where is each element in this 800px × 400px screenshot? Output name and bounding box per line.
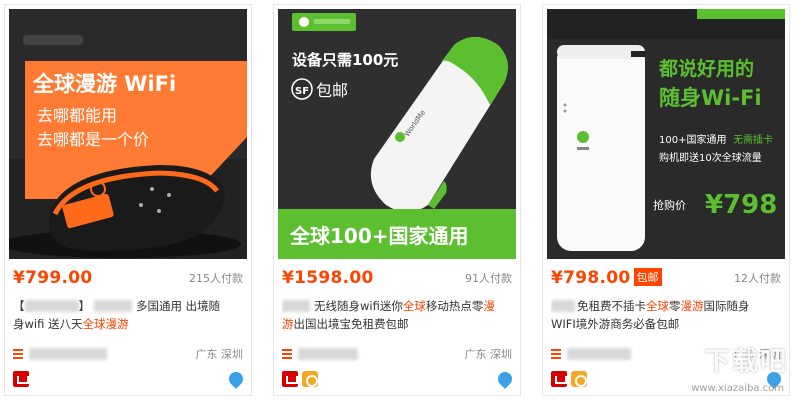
deal-price: ¥798 (705, 190, 777, 220)
image-headline2: 随身Wi-Fi (659, 86, 762, 110)
shop-name-link[interactable] (567, 348, 631, 360)
shop-name-link[interactable] (29, 348, 107, 360)
shop-name-link[interactable] (298, 348, 358, 360)
price: ¥798.00 (551, 268, 631, 288)
redacted-text (24, 300, 79, 312)
deal-label: 抢购价 (653, 198, 686, 212)
image-banner: 全球100+国家通用 (289, 224, 469, 248)
svg-text:SF: SF (295, 86, 309, 97)
product-title-link[interactable]: 【 】 多国通用 出境随 身wifi 送八天全球漫游 (13, 297, 243, 333)
router-device-illustration (557, 45, 645, 251)
svg-text:100+国家通用: 100+国家通用 (659, 133, 726, 146)
site-watermark: 下载吧 www.xiazaiba.com (644, 336, 794, 396)
image-headline1: 都说好用的 (658, 57, 754, 80)
free-shipping-badge: 包邮 (633, 268, 662, 286)
product-image[interactable]: 全球漫游 WiFi 去哪都能用 去哪都是一个价 (9, 9, 247, 259)
image-line2: 去哪都是一个价 (37, 130, 149, 149)
watermark-url: www.xiazaiba.com (691, 383, 784, 394)
image-headline: 全球漫游 WiFi (32, 72, 176, 96)
redacted-text (551, 300, 575, 312)
watermark-text: 下载吧 (703, 347, 788, 377)
title-text: 无线随身wifi迷你 (314, 299, 403, 313)
product-image[interactable]: 设备只需100元 SF 包邮 WorldMe 全球100+国家通用 (278, 9, 516, 259)
title-text: 免租费不插卡 (577, 299, 646, 313)
image-line1: 去哪都能用 (37, 106, 117, 125)
redacted-text (282, 300, 310, 312)
product-title-link[interactable]: 免租费不插卡全球零漫游国际随身 WIFI境外游商务必备包邮 (551, 297, 781, 333)
title-text: 【 (13, 299, 25, 313)
location: 广东 深圳 (195, 348, 244, 361)
sales-count: 91人付款 (465, 272, 512, 285)
shop-icon (13, 349, 23, 359)
svg-text:无需插卡: 无需插卡 (733, 133, 773, 146)
sales-count: 12人付款 (734, 272, 781, 285)
title-highlight: 漫 (483, 299, 495, 313)
title-highlight: 游 (282, 317, 294, 331)
product-card[interactable]: 全球漫游 WiFi 去哪都能用 去哪都是一个价 ¥799.00 215人付款 【… (4, 4, 252, 396)
title-text: 多国通用 出境随 (136, 299, 221, 313)
title-text: 身wifi 送八天 (13, 317, 83, 331)
svg-text:购机即送10次全球流量: 购机即送10次全球流量 (659, 151, 762, 164)
title-text: WIFI境外游商务必备包邮 (551, 317, 680, 331)
product-card[interactable]: 设备只需100元 SF 包邮 WorldMe 全球100+国家通用 ¥1598.… (273, 4, 521, 396)
title-text: 出国出境宝免租费包邮 (293, 317, 409, 331)
redacted-text (94, 300, 132, 312)
title-text: 移动热点零 (425, 299, 484, 313)
title-text: 国际随身 (703, 299, 750, 313)
product-grid: 全球漫游 WiFi 去哪都能用 去哪都是一个价 ¥799.00 215人付款 【… (0, 0, 800, 400)
image-line2: 包邮 (316, 81, 348, 100)
tmall-icon[interactable] (13, 371, 29, 387)
blurred-logo (23, 35, 83, 45)
title-highlight: 全球 (646, 299, 669, 313)
gold-seller-icon[interactable] (571, 371, 587, 387)
image-line1: 设备只需100元 (292, 51, 398, 69)
product-image[interactable]: 都说好用的 随身Wi-Fi 100+国家通用 无需插卡 购机即送10次全球流量 … (547, 9, 785, 259)
price: ¥799.00 (13, 268, 93, 288)
wangwang-chat-icon[interactable] (226, 369, 246, 389)
shop-icon (551, 349, 561, 359)
sales-count: 215人付款 (189, 272, 243, 285)
wangwang-chat-icon[interactable] (495, 369, 515, 389)
title-highlight: 全球 (402, 299, 426, 313)
location: 广东 深圳 (464, 348, 513, 361)
price: ¥1598.00 (282, 268, 374, 288)
product-title-link[interactable]: 无线随身wifi迷你全球移动热点零漫 游出国出境宝免租费包邮 (282, 297, 512, 333)
title-text: 】 (78, 299, 91, 313)
title-highlight: 漫游 (680, 299, 704, 313)
title-text: 零 (669, 299, 681, 313)
gold-seller-icon[interactable] (302, 371, 318, 387)
tmall-icon[interactable] (282, 371, 298, 387)
title-highlight: 全球漫游 (82, 317, 129, 331)
shop-icon (282, 349, 292, 359)
tmall-icon[interactable] (551, 371, 567, 387)
